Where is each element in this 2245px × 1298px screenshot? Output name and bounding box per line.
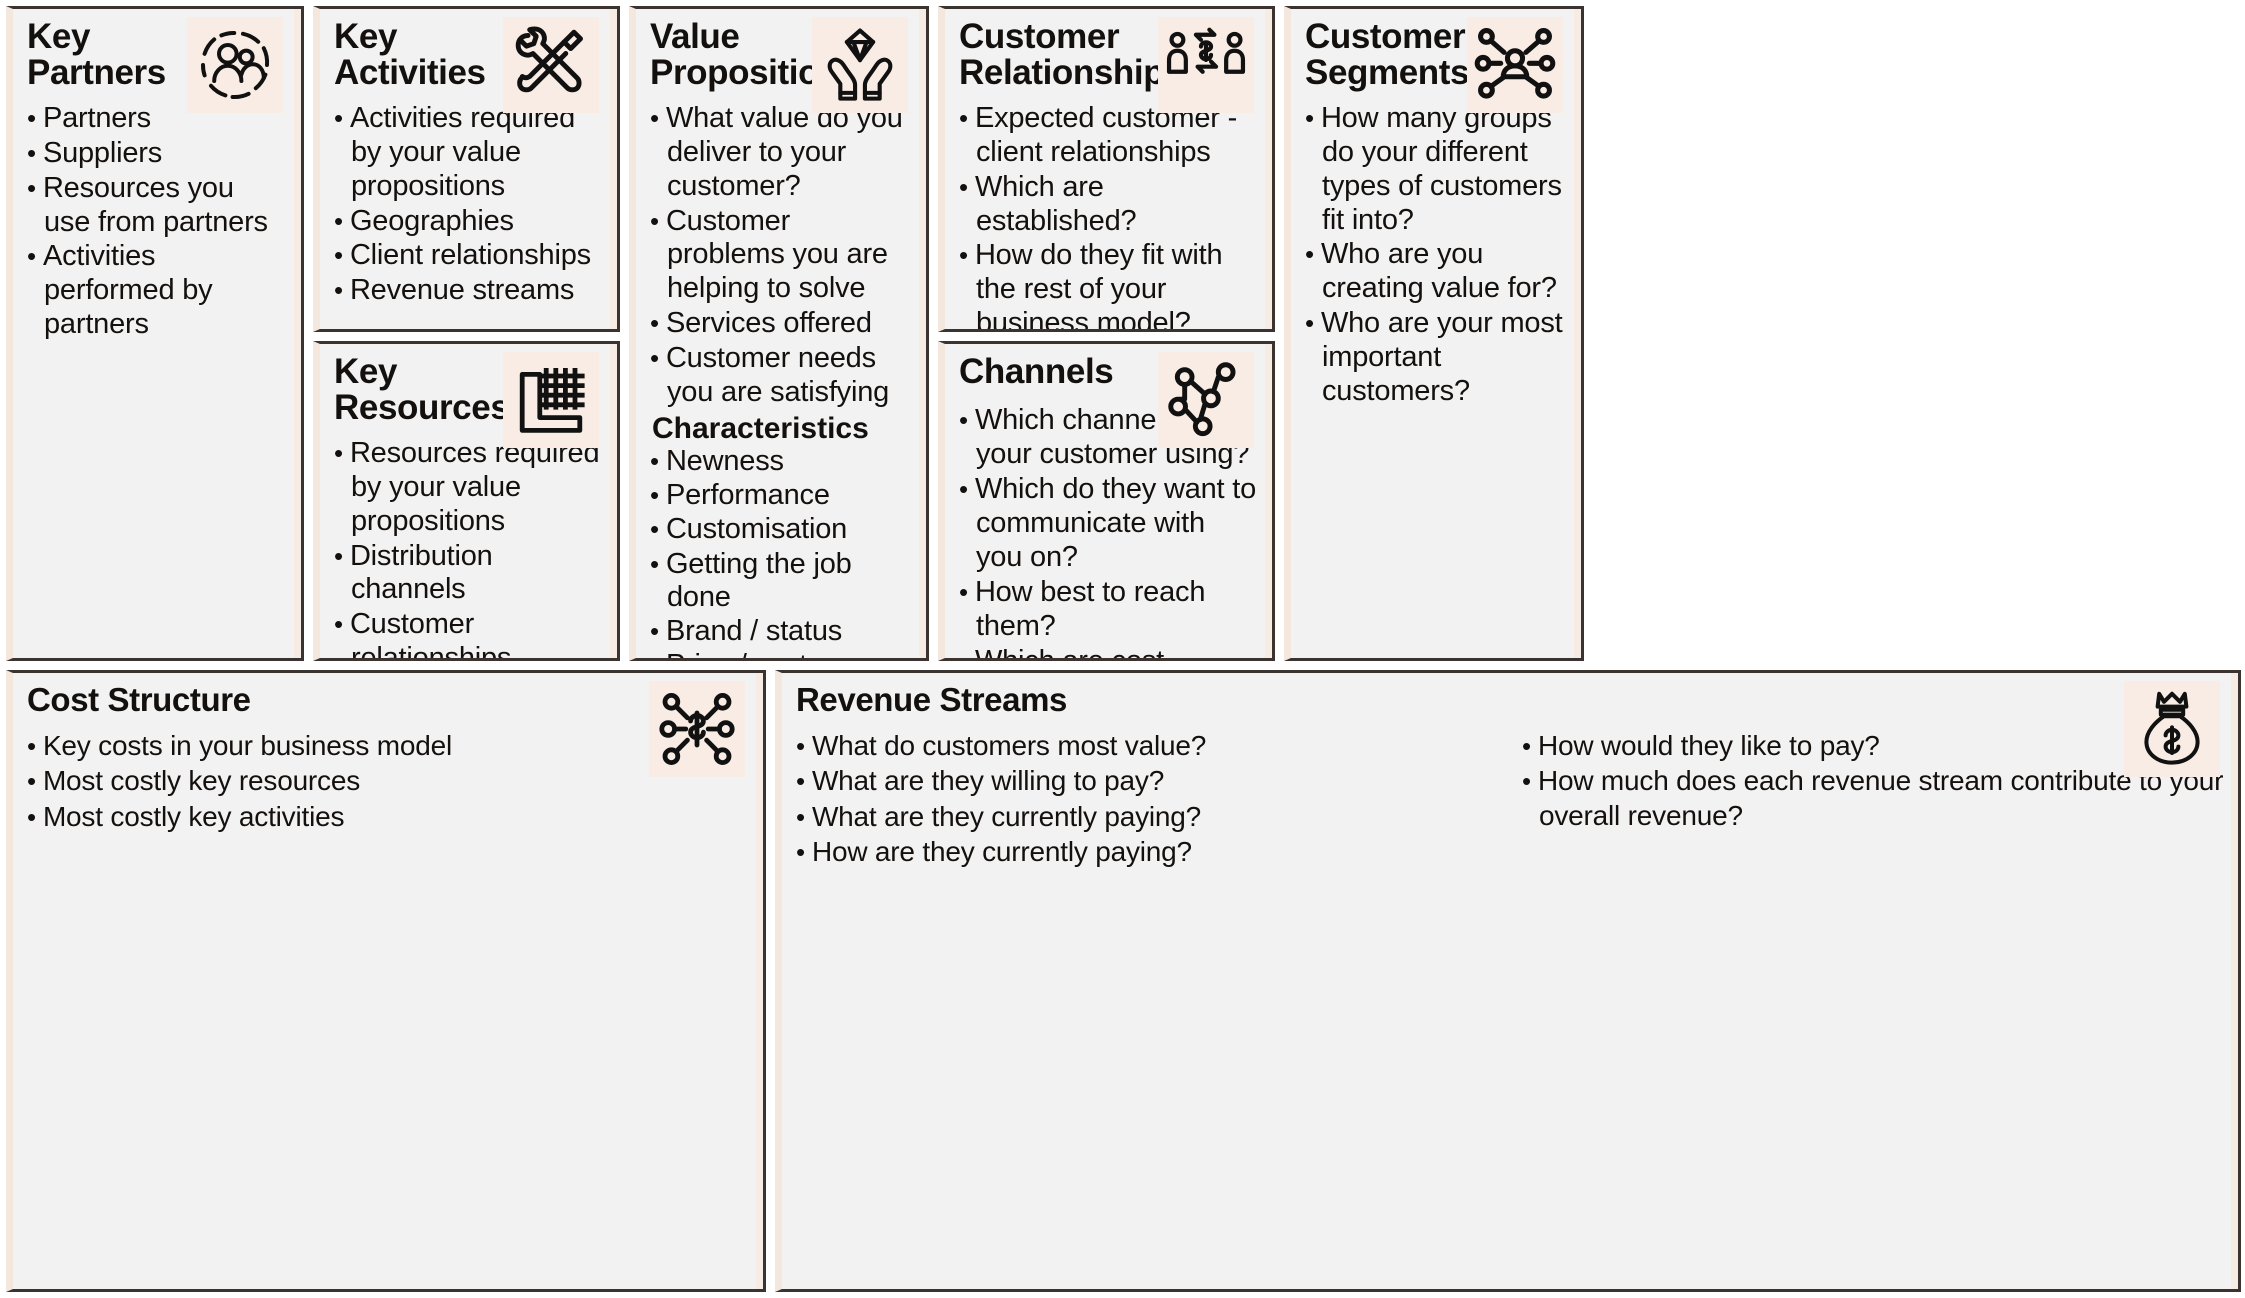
list-item: Price / cost reduction <box>650 649 912 658</box>
list-item: What value do you deliver to your custom… <box>650 102 912 204</box>
list-item: How many groups do your different types … <box>1305 102 1567 238</box>
list-item: Customer needs you are satisfying <box>650 342 912 410</box>
revenue-streams-columns: What do customers most value? What are t… <box>796 729 2224 870</box>
people-exchange-money-icon <box>1158 17 1254 113</box>
block-revenue-streams[interactable]: Revenue Streams What do customers most v… <box>775 670 2241 1292</box>
revenue-streams-title: Revenue Streams <box>796 681 1067 718</box>
block-customer-segments[interactable]: Customer Segments How many groups do you… <box>1284 6 1584 661</box>
list-item: Performance <box>650 479 912 512</box>
list-item: Brand / status <box>650 615 912 648</box>
list-item: Client relationships <box>334 239 603 273</box>
customer-segments-column: Customer Segments How many groups do you… <box>1284 6 1584 661</box>
list-item: How would they like to pay? <box>1522 729 2224 763</box>
channels-title: Channels <box>959 352 1114 391</box>
person-network-icon <box>1467 17 1563 113</box>
list-item: How best to reach them? <box>959 576 1258 644</box>
people-group-icon <box>187 17 283 113</box>
key-partners-list: Partners Suppliers Resources you use fro… <box>27 102 287 342</box>
list-item: How much does each revenue stream contri… <box>1522 764 2224 832</box>
list-item: What do customers most value? <box>796 729 1498 763</box>
block-key-partners[interactable]: Key Partners Partners Suppl <box>6 6 304 661</box>
key-activities-title: Key Activities <box>334 17 486 93</box>
list-item: Customer relationships <box>334 608 603 658</box>
money-network-icon <box>649 681 745 777</box>
value-propositions-list: What value do you deliver to your custom… <box>650 102 912 410</box>
list-item: Getting the job done <box>650 548 912 614</box>
key-resources-list: Resources required by your value proposi… <box>334 437 603 658</box>
revenue-streams-list-right: How would they like to pay? How much doe… <box>1522 729 2224 870</box>
list-item: Which are cost effective? <box>959 645 1258 658</box>
customer-segments-list: How many groups do your different types … <box>1305 102 1567 409</box>
block-value-propositions[interactable]: Value Propositions What value do you del… <box>629 6 929 661</box>
list-item: Customer problems you are helping to sol… <box>650 205 912 307</box>
cost-structure-title: Cost Structure <box>27 681 251 718</box>
list-item: Revenue streams <box>334 274 603 308</box>
list-item: Most costly key activities <box>27 800 749 834</box>
characteristics-list: Newness Performance Customisation Gettin… <box>650 445 912 658</box>
list-item: Geographies <box>334 205 603 239</box>
list-item: Newness <box>650 445 912 478</box>
network-nodes-icon <box>1158 352 1254 448</box>
block-customer-relationships[interactable]: Customer Relationships Expected customer… <box>938 6 1275 332</box>
list-item: Activities performed by partners <box>27 240 287 342</box>
customer-segments-title: Customer Segments <box>1305 17 1470 93</box>
customer-relationships-title: Customer Relationships <box>959 17 1184 93</box>
customer-relationships-channels-column: Customer Relationships Expected customer… <box>938 6 1275 661</box>
list-item: Which do they want to communicate with y… <box>959 473 1258 575</box>
key-activities-resources-column: Key Activities Activities required by yo… <box>313 6 620 661</box>
list-item: What are they willing to pay? <box>796 764 1498 798</box>
key-activities-list: Activities required by your value propos… <box>334 102 603 309</box>
value-propositions-column: Value Propositions What value do you del… <box>629 6 929 661</box>
list-item: Which are established? <box>959 171 1258 239</box>
business-model-canvas: Key Partners Partners Suppl <box>0 0 2245 1298</box>
block-key-activities[interactable]: Key Activities Activities required by yo… <box>313 6 620 332</box>
factory-grid-icon <box>503 352 599 448</box>
money-bag-crown-icon <box>2124 681 2220 777</box>
list-item: How are they currently paying? <box>796 835 1498 869</box>
list-item: Resources you use from partners <box>27 172 287 240</box>
list-item: Activities required by your value propos… <box>334 102 603 204</box>
characteristics-subheading: Characteristics <box>652 412 869 446</box>
key-partners-column: Key Partners Partners Suppl <box>6 6 304 661</box>
canvas-bottom-row: Cost Structure Key costs in your busines… <box>6 670 2241 1292</box>
cost-structure-list: Key costs in your business model Most co… <box>27 729 749 833</box>
list-item: Key costs in your business model <box>27 729 749 763</box>
key-resources-title: Key Resources <box>334 352 510 428</box>
list-item: What are they currently paying? <box>796 800 1498 834</box>
revenue-streams-list-left: What do customers most value? What are t… <box>796 729 1498 870</box>
canvas-top-row: Key Partners Partners Suppl <box>6 6 2241 661</box>
customer-relationships-list: Expected customer - client relationships… <box>959 102 1258 329</box>
list-item: How do they fit with the rest of your bu… <box>959 239 1258 329</box>
block-channels[interactable]: Channels Which channels are your custome… <box>938 341 1275 661</box>
tools-wrench-screwdriver-icon <box>503 17 599 113</box>
list-item: Who are you creating value for? <box>1305 238 1567 306</box>
hands-diamond-icon <box>812 17 908 113</box>
block-key-resources[interactable]: Key Resources Resources required by your… <box>313 341 620 661</box>
list-item: Customisation <box>650 513 912 546</box>
list-item: Resources required by your value proposi… <box>334 437 603 539</box>
block-cost-structure[interactable]: Cost Structure Key costs in your busines… <box>6 670 766 1292</box>
list-item: Most costly key resources <box>27 764 749 798</box>
list-item: Services offered <box>650 307 912 341</box>
list-item: Suppliers <box>27 137 287 171</box>
list-item: Who are your most important customers? <box>1305 307 1567 409</box>
list-item: Distribution channels <box>334 540 603 608</box>
value-propositions-title: Value Propositions <box>650 17 860 93</box>
